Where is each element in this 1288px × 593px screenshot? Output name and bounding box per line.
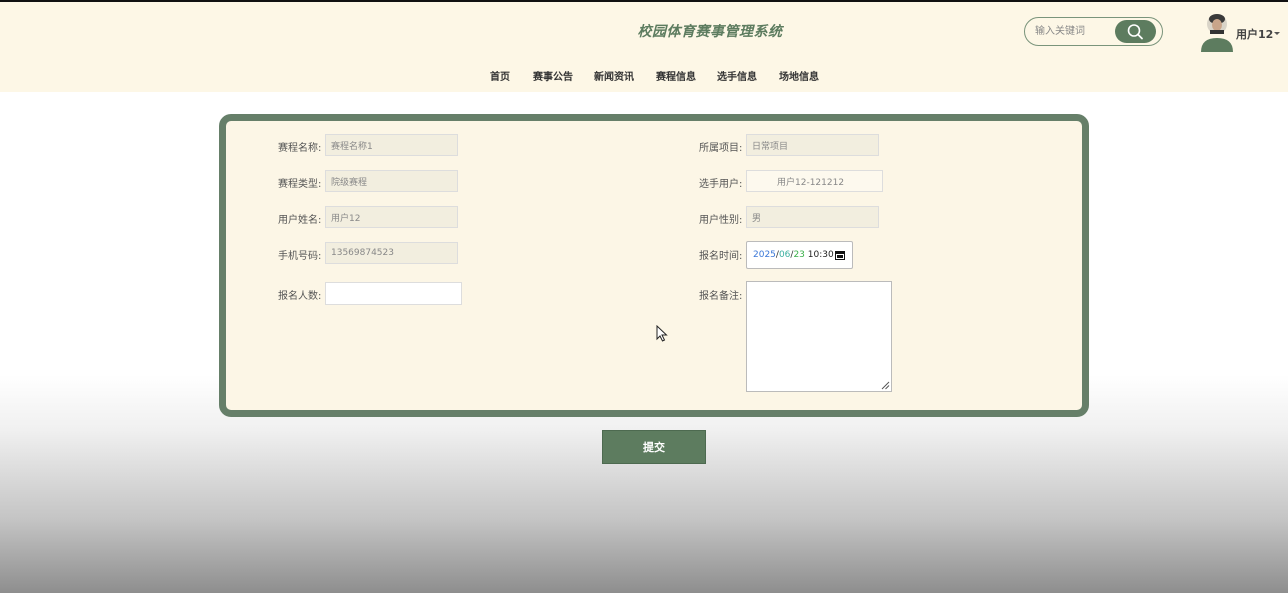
- signup-time-picker[interactable]: 2025/06/23 10:30: [746, 241, 853, 269]
- schedule-type-label: 赛程类型:: [278, 179, 322, 190]
- submit-button[interactable]: 提交: [602, 430, 706, 464]
- signup-time-clock: 10:30: [807, 250, 834, 260]
- search-box: [1024, 17, 1163, 46]
- site-header: 校园体育赛事管理系统 用户12 首页 赛事公告 新闻资讯 赛程信息 选手信息 场…: [0, 2, 1288, 92]
- schedule-type-field[interactable]: [325, 170, 458, 192]
- signup-time-day: 23: [793, 250, 805, 260]
- user-real-name-label: 用户姓名:: [278, 215, 322, 226]
- signup-time-month: 06: [778, 250, 791, 260]
- schedule-name-label: 赛程名称:: [278, 143, 322, 154]
- calendar-icon[interactable]: [835, 250, 845, 260]
- user-real-name-field[interactable]: [325, 206, 458, 228]
- signup-time-year: 2025: [753, 250, 776, 260]
- phone-label: 手机号码:: [278, 251, 322, 262]
- resize-grip-icon[interactable]: [881, 381, 890, 390]
- nav-item-home[interactable]: 首页: [490, 68, 533, 86]
- signup-count-label: 报名人数:: [278, 291, 322, 302]
- project-label: 所属项目:: [699, 143, 743, 154]
- player-user-label: 选手用户:: [699, 179, 743, 190]
- search-icon: [1127, 24, 1143, 40]
- user-gender-field[interactable]: [746, 206, 879, 228]
- main-nav: 首页 赛事公告 新闻资讯 赛程信息 选手信息 场地信息: [478, 68, 819, 86]
- user-avatar[interactable]: [1200, 12, 1236, 52]
- mouse-cursor-icon: [656, 325, 668, 342]
- search-button[interactable]: [1115, 20, 1156, 43]
- nav-item-announcements[interactable]: 赛事公告: [533, 68, 594, 86]
- signup-form-panel: [219, 114, 1089, 417]
- signup-time-label: 报名时间:: [699, 251, 743, 262]
- nav-item-players[interactable]: 选手信息: [717, 68, 779, 86]
- nav-item-news[interactable]: 新闻资讯: [594, 68, 656, 86]
- user-name[interactable]: 用户12: [1236, 26, 1273, 42]
- search-input[interactable]: [1035, 22, 1117, 41]
- schedule-name-field[interactable]: [325, 134, 458, 156]
- player-user-select[interactable]: [746, 170, 883, 192]
- signup-note-textarea[interactable]: [746, 281, 892, 392]
- phone-field[interactable]: [325, 242, 458, 264]
- nav-item-schedule[interactable]: 赛程信息: [656, 68, 717, 86]
- user-gender-label: 用户性别:: [699, 215, 743, 226]
- site-title: 校园体育赛事管理系统: [637, 24, 783, 40]
- nav-item-venues[interactable]: 场地信息: [779, 68, 819, 86]
- signup-count-field[interactable]: [325, 282, 462, 305]
- chevron-down-icon[interactable]: [1274, 32, 1280, 35]
- project-field[interactable]: [746, 134, 879, 156]
- signup-note-label: 报名备注:: [699, 291, 743, 302]
